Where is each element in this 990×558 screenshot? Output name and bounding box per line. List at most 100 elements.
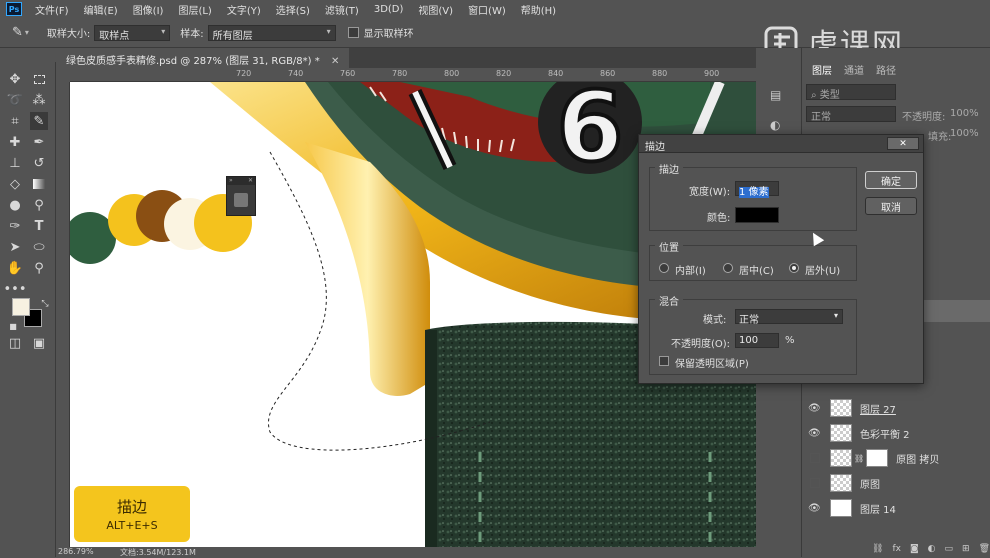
adjustment-layer-icon[interactable]: ◐ [928, 544, 936, 556]
close-button[interactable]: ✕ [887, 137, 919, 150]
menu-file[interactable]: 文件(F) [28, 2, 77, 17]
floating-mini-panel[interactable]: » ✕ [226, 176, 256, 216]
document-tab[interactable]: 绿色皮质感手表精修.psd @ 287% (图层 31, RGB/8*) * ✕ [56, 48, 350, 68]
dodge-tool-icon[interactable]: ⚲ [30, 196, 48, 214]
new-layer-icon[interactable]: ⊞ [962, 544, 970, 556]
layer-filter-select[interactable]: ⌕ 类型 [806, 84, 896, 101]
screen-mode-icon[interactable]: ▣ [30, 334, 48, 352]
menu-select[interactable]: 选择(S) [269, 2, 318, 17]
menu-help[interactable]: 帮助(H) [514, 2, 564, 17]
visibility-eye-icon[interactable]: 👁 [808, 403, 824, 414]
menu-image[interactable]: 图像(I) [126, 2, 172, 17]
ellipse-tool-icon[interactable]: ⬭ [30, 238, 48, 256]
gradient-tool-icon[interactable] [30, 175, 48, 193]
crop-tool-icon[interactable]: ⌗ [6, 112, 24, 130]
menu-layer[interactable]: 图层(L) [171, 2, 219, 17]
eyedropper-tool-icon[interactable]: ✎ [12, 25, 23, 40]
type-tool-icon[interactable]: T [30, 217, 48, 235]
radio-center[interactable] [723, 263, 733, 273]
stroke-color-swatch[interactable] [735, 207, 779, 223]
swap-colors-icon[interactable]: ⤡ [36, 295, 54, 313]
path-selection-tool-icon[interactable]: ➤ [6, 238, 24, 256]
width-value: 1 像素 [739, 187, 769, 198]
radio-inside[interactable] [659, 263, 669, 273]
zoom-level[interactable]: 286.79% [58, 547, 94, 556]
history-panel-icon[interactable]: ▤ [770, 88, 786, 104]
layer-row[interactable]: 👁 图层 14 [802, 496, 990, 520]
chevron-down-icon: ▾ [326, 26, 331, 36]
group-icon[interactable]: ▭ [945, 544, 954, 556]
preserve-transparency-checkbox[interactable] [659, 356, 669, 366]
layer-thumbnail [830, 399, 852, 417]
eyedropper-tool-icon[interactable]: ✎ [30, 112, 48, 130]
close-tab-icon[interactable]: ✕ [331, 56, 339, 67]
sample-size-select[interactable]: 取样点 ▾ [94, 24, 171, 42]
menu-3d[interactable]: 3D(D) [367, 4, 412, 15]
more-tools-icon[interactable]: ••• [4, 280, 27, 298]
quick-mask-icon[interactable]: ◫ [6, 334, 24, 352]
ruler-label: 860 [600, 69, 616, 78]
cancel-button[interactable]: 取消 [865, 197, 917, 215]
layer-row[interactable]: 👁 色彩平衡 2 [802, 421, 990, 445]
show-ring-checkbox[interactable] [347, 27, 359, 38]
width-input[interactable]: 1 像素 [735, 181, 779, 198]
mode-select[interactable]: 正常 ▾ [735, 309, 843, 326]
tab-layers[interactable]: 图层 [806, 60, 838, 79]
magic-wand-tool-icon[interactable]: ⁂ [30, 91, 48, 109]
layer-style-icon[interactable]: fx [892, 544, 901, 556]
ruler-label: 740 [288, 69, 304, 78]
layer-row[interactable]: ⛓ 原图 拷贝 [802, 446, 990, 470]
eraser-tool-icon[interactable]: ◇ [6, 175, 24, 193]
dialog-title-bar[interactable]: 描边 ✕ [639, 135, 923, 153]
delete-layer-icon[interactable]: 🗑 [979, 544, 990, 556]
layer-row[interactable]: 原图 [802, 471, 990, 495]
default-colors-icon[interactable]: ■ [4, 317, 22, 335]
properties-icon[interactable] [234, 193, 248, 207]
add-mask-icon[interactable]: ◙ [910, 544, 919, 556]
lasso-tool-icon[interactable]: ➰ [6, 91, 24, 109]
close-icon[interactable]: ✕ [248, 177, 253, 185]
zoom-tool-icon[interactable]: ⚲ [30, 259, 48, 277]
link-icon: ⛓ [854, 453, 865, 463]
radio-outside[interactable] [789, 263, 799, 273]
tab-channels[interactable]: 通道 [838, 60, 870, 79]
visibility-empty-icon[interactable] [810, 453, 820, 463]
ok-button-label: 确定 [881, 176, 901, 188]
history-brush-tool-icon[interactable]: ↺ [30, 154, 48, 172]
tab-paths[interactable]: 路径 [870, 60, 902, 79]
layer-row[interactable]: 👁 图层 27 [802, 396, 990, 420]
marquee-tool-icon[interactable] [30, 70, 48, 88]
collapse-icon[interactable]: » [229, 177, 233, 185]
foreground-color-swatch[interactable] [12, 298, 30, 316]
brush-tool-icon[interactable]: ✒ [30, 133, 48, 151]
blend-mode-select[interactable]: 正常 [806, 106, 896, 123]
move-tool-icon[interactable]: ✥ [6, 70, 24, 88]
sample-select[interactable]: 所有图层 ▾ [207, 24, 336, 42]
doc-size: 文档:3.54M/123.1M [120, 548, 196, 557]
visibility-empty-icon[interactable] [810, 478, 820, 488]
sample-size-label: 取样大小: [46, 29, 91, 40]
hand-tool-icon[interactable]: ✋ [6, 259, 24, 277]
menu-type[interactable]: 文字(Y) [220, 2, 269, 17]
menu-window[interactable]: 窗口(W) [461, 2, 514, 17]
opacity-input[interactable]: 100 [735, 333, 779, 348]
shortcut-badge: 描边 ALT+E+S [74, 486, 190, 542]
pen-tool-icon[interactable]: ✑ [6, 217, 24, 235]
clone-stamp-tool-icon[interactable]: ⊥ [6, 154, 24, 172]
opacity-value[interactable]: 100% [950, 108, 979, 119]
visibility-eye-icon[interactable]: 👁 [808, 503, 824, 514]
adjustments-panel-icon[interactable]: ◐ [770, 118, 786, 134]
ok-button[interactable]: 确定 [865, 171, 917, 189]
menu-view[interactable]: 视图(V) [411, 2, 461, 17]
cancel-button-label: 取消 [881, 202, 901, 214]
menu-filter[interactable]: 滤镜(T) [318, 2, 367, 17]
show-ring-label: 显示取样环 [363, 29, 414, 40]
blur-tool-icon[interactable]: ● [6, 196, 24, 214]
tool-preset-chevron-icon[interactable]: ▾ [25, 28, 29, 37]
link-layers-icon[interactable]: ⛓ [872, 544, 883, 556]
visibility-eye-icon[interactable]: 👁 [808, 428, 824, 439]
fill-value[interactable]: 100% [950, 128, 979, 139]
menu-edit[interactable]: 编辑(E) [77, 2, 126, 17]
layer-mask-thumbnail[interactable] [866, 449, 889, 467]
healing-brush-tool-icon[interactable]: ✚ [6, 133, 24, 151]
